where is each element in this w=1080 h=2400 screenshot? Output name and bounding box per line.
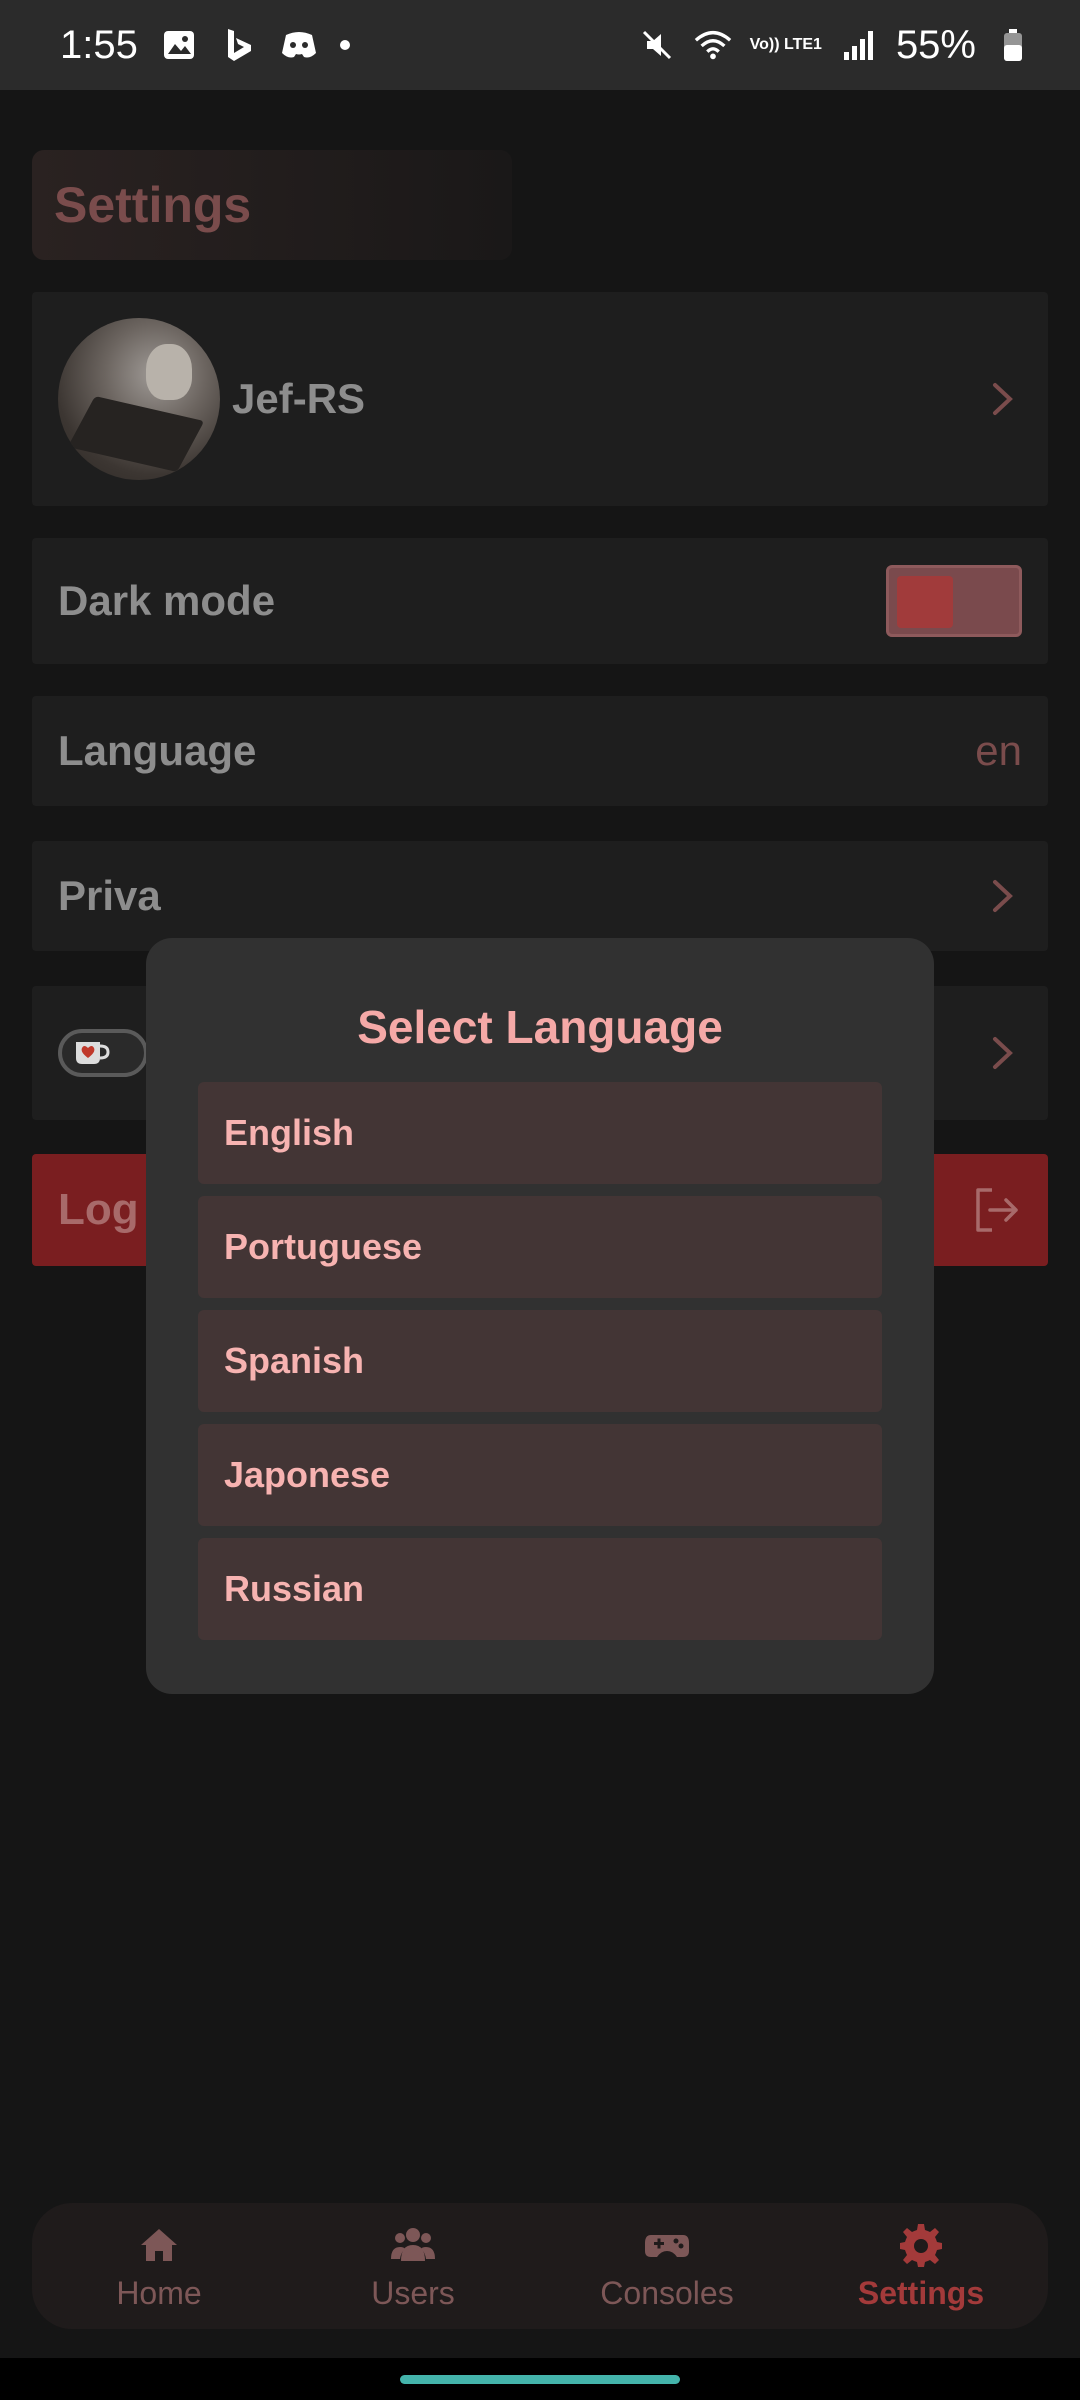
dark-mode-label: Dark mode	[58, 577, 276, 624]
select-language-dialog: Select Language English Portuguese Spani…	[146, 938, 934, 1694]
profile-row[interactable]: Jef-RS	[32, 292, 1048, 506]
status-time: 1:55	[60, 22, 138, 67]
dialog-title: Select Language	[357, 1001, 723, 1053]
nav-home-label: Home	[116, 2274, 202, 2311]
nav-consoles-label: Consoles	[600, 2274, 734, 2311]
page-title: Settings	[54, 177, 252, 233]
gear-icon	[900, 2223, 942, 2267]
battery-percent: 55%	[895, 22, 976, 67]
chevron-right-icon	[993, 383, 1013, 415]
nav-users[interactable]: Users	[286, 2203, 540, 2329]
privacy-row[interactable]: Priva	[32, 841, 1048, 951]
kofi-logo-icon	[58, 1029, 148, 1077]
language-value: en	[975, 727, 1022, 774]
language-option-portuguese[interactable]: Portuguese	[198, 1196, 882, 1298]
language-row[interactable]: Language en	[32, 696, 1048, 806]
chevron-right-icon	[993, 880, 1013, 912]
dark-mode-toggle[interactable]	[886, 565, 1022, 637]
chevron-right-icon	[993, 1037, 1013, 1069]
users-icon	[391, 2227, 435, 2261]
battery-icon	[994, 26, 1032, 64]
profile-username: Jef-RS	[232, 375, 366, 422]
wifi-icon	[694, 26, 732, 64]
home-icon	[141, 2228, 177, 2261]
status-bar: 1:55 Vo)) LTE1 55%	[0, 0, 1080, 90]
toggle-knob	[897, 576, 953, 628]
nav-settings[interactable]: Settings	[794, 2203, 1048, 2329]
bottom-nav: Home Users Consoles Settings	[32, 2203, 1048, 2329]
logout-icon	[976, 1188, 1018, 1232]
notification-dot	[339, 40, 350, 50]
language-option-russian[interactable]: Russian	[198, 1538, 882, 1640]
signal-icon	[840, 26, 878, 64]
mute-icon	[638, 26, 676, 64]
volte-icon: Vo)) LTE1	[749, 36, 822, 53]
logout-label: Log	[58, 1185, 139, 1234]
gallery-icon	[160, 26, 198, 64]
discord-icon	[280, 26, 318, 64]
nav-users-label: Users	[371, 2274, 455, 2311]
nav-settings-label: Settings	[857, 2274, 985, 2311]
bing-icon	[220, 26, 258, 64]
language-option-spanish[interactable]: Spanish	[198, 1310, 882, 1412]
settings-page: Settings Jef-RS Dark mode Language en Pr…	[0, 90, 1080, 2358]
avatar	[58, 318, 220, 480]
language-label: Language	[58, 727, 257, 774]
nav-consoles[interactable]: Consoles	[540, 2203, 794, 2329]
language-option-japonese[interactable]: Japonese	[198, 1424, 882, 1526]
language-option-english[interactable]: English	[198, 1082, 882, 1184]
privacy-label: Priva	[58, 872, 161, 919]
dark-mode-row: Dark mode	[32, 538, 1048, 664]
gesture-handle[interactable]	[400, 2375, 680, 2384]
nav-home[interactable]: Home	[32, 2203, 286, 2329]
page-title-bar: Settings	[32, 150, 512, 260]
gamepad-icon	[645, 2234, 689, 2257]
